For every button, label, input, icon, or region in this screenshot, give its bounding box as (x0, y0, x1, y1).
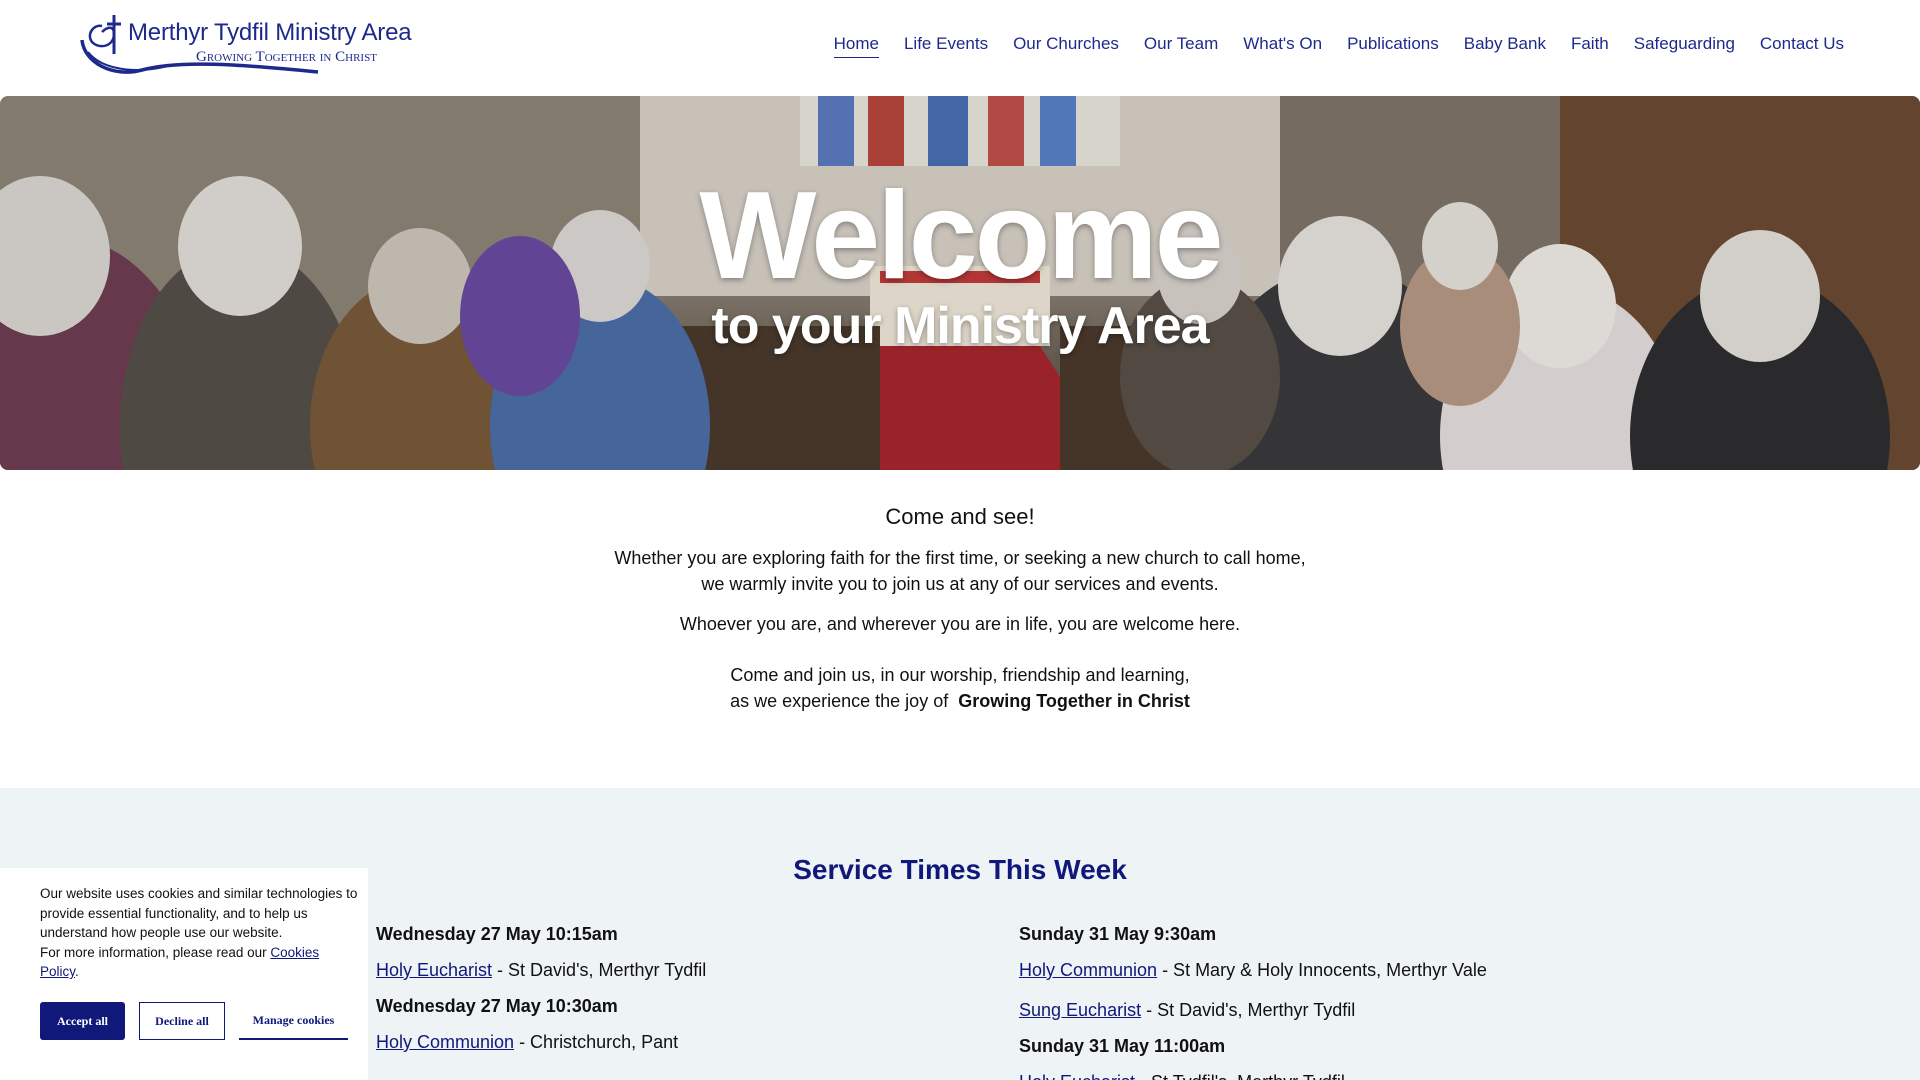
hero-title: Welcome (699, 167, 1223, 305)
hero-subtitle: to your Ministry Area (711, 297, 1209, 355)
service-link[interactable]: Holy Communion (376, 1032, 514, 1052)
service-location: - Christchurch, Pant (514, 1032, 679, 1052)
intro-p3-line1: Come and join us, in our worship, friend… (730, 665, 1190, 685)
nav-our-team[interactable]: Our Team (1144, 34, 1218, 58)
welcome-intro: Come and see! Whether you are exploring … (0, 470, 1920, 788)
service-link[interactable]: Holy Communion (1019, 960, 1157, 980)
nav-publications[interactable]: Publications (1347, 34, 1439, 58)
intro-p3-line2-prefix: as we experience the joy of (730, 691, 949, 711)
nav-whats-on[interactable]: What's On (1243, 34, 1322, 58)
site-logo[interactable]: Merthyr Tydfil Ministry Area Growing Tog… (78, 12, 412, 84)
service-column-right: Sunday 31 May 9:30am Holy Communion - St… (1019, 920, 1487, 1080)
intro-paragraph-2: Whoever you are, and wherever you are in… (679, 614, 1241, 634)
logo-title: Merthyr Tydfil Ministry Area (128, 19, 412, 46)
cookie-line-2-suffix: . (75, 964, 79, 979)
service-day: Wednesday 27 May 10:15am (376, 924, 618, 944)
nav-our-churches[interactable]: Our Churches (1013, 34, 1119, 58)
service-link[interactable]: Sung Eucharist (1019, 1000, 1141, 1020)
service-entry: Sung Eucharist - St David's, Merthyr Tyd… (1019, 996, 1487, 1032)
intro-paragraph-1: Whether you are exploring faith for the … (0, 545, 1920, 597)
service-location: - St David's, Merthyr Tydfil (492, 960, 707, 980)
service-link[interactable]: Holy Eucharist (376, 960, 492, 980)
cookie-banner: Our website uses cookies and similar tec… (0, 868, 368, 1080)
service-entry: Holy Communion - St Mary & Holy Innocent… (1019, 956, 1487, 996)
service-entry: Holy Eucharist - St David's, Merthyr Tyd… (376, 956, 706, 992)
accept-all-button[interactable]: Accept all (40, 1002, 125, 1040)
nav-faith[interactable]: Faith (1571, 34, 1609, 58)
nav-contact-us[interactable]: Contact Us (1760, 34, 1844, 58)
nav-baby-bank[interactable]: Baby Bank (1464, 34, 1546, 58)
service-entry: Holy Communion - Christchurch, Pant (376, 1028, 706, 1064)
logo-tagline: Growing Together in Christ (196, 49, 377, 65)
cookie-line-1: Our website uses cookies and similar tec… (40, 886, 358, 940)
nav-life-events[interactable]: Life Events (904, 34, 988, 58)
service-link[interactable]: Holy Eucharist (1019, 1072, 1135, 1080)
nav-home[interactable]: Home (833, 34, 879, 58)
service-day: Sunday 31 May 11:00am (1019, 1036, 1226, 1056)
service-day: Wednesday 27 May 10:30am (376, 996, 618, 1016)
manage-cookies-button[interactable]: Manage cookies (239, 1002, 348, 1040)
intro-p3-line2-bold: Growing Together in Christ (958, 691, 1190, 711)
main-nav: Home Life Events Our Churches Our Team W… (833, 34, 1844, 58)
intro-heading: Come and see! (885, 504, 1035, 529)
intro-paragraph-3: Come and join us, in our worship, friend… (0, 662, 1920, 714)
cookie-line-2-prefix: For more information, please read our (40, 944, 267, 960)
cookie-text: Our website uses cookies and similar tec… (40, 884, 360, 982)
decline-all-button[interactable]: Decline all (139, 1002, 225, 1040)
nav-safeguarding[interactable]: Safeguarding (1634, 34, 1735, 58)
service-location: - St Tydfil's, Merthyr Tydfil (1135, 1072, 1345, 1080)
service-entry: Holy Eucharist - St Tydfil's, Merthyr Ty… (1019, 1068, 1487, 1080)
site-header: Merthyr Tydfil Ministry Area Growing Tog… (0, 0, 1920, 96)
service-column-left: Wednesday 27 May 10:15am Holy Eucharist … (376, 920, 706, 1064)
service-day: Sunday 31 May 9:30am (1019, 924, 1217, 944)
intro-p1-line2: we warmly invite you to join us at any o… (701, 574, 1219, 594)
service-location: - St Mary & Holy Innocents, Merthyr Vale (1157, 960, 1487, 980)
intro-p1-line1: Whether you are exploring faith for the … (614, 548, 1306, 568)
service-location: - St David's, Merthyr Tydfil (1141, 1000, 1356, 1020)
hero-banner: Welcome to your Ministry Area (0, 96, 1920, 470)
